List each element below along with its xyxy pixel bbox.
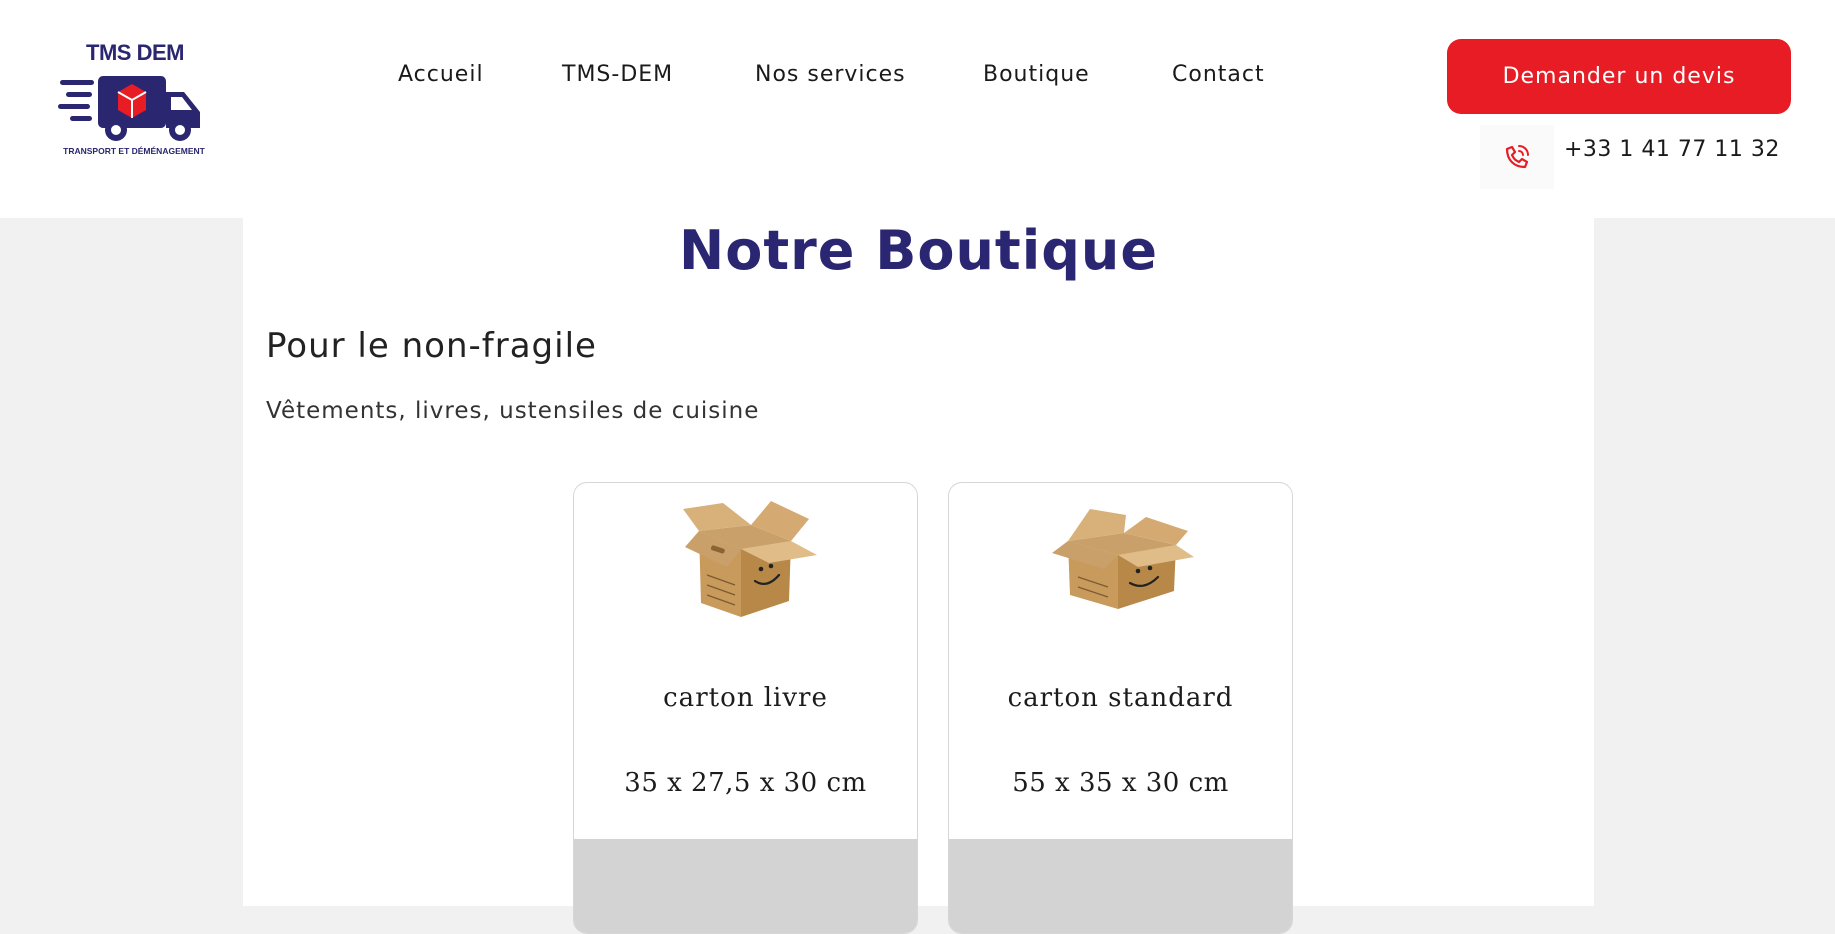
product-card-footer[interactable] — [949, 839, 1292, 933]
product-name: carton standard — [1007, 683, 1234, 713]
cardboard-box-image — [682, 501, 817, 617]
logo-title: TMS DEM — [86, 40, 184, 65]
phone-icon — [1505, 145, 1529, 169]
nav-item-boutique[interactable]: Boutique — [983, 62, 1090, 87]
truck-icon — [58, 76, 200, 141]
product-image — [949, 497, 1292, 627]
product-dimensions: 35 x 27,5 x 30 cm — [624, 768, 867, 798]
nav-item-contact[interactable]: Contact — [1172, 62, 1265, 87]
product-card-carton-standard[interactable]: carton standard 55 x 35 x 30 cm — [948, 482, 1293, 934]
section-title: Pour le non-fragile — [266, 326, 597, 366]
product-image — [574, 497, 917, 627]
product-card-footer[interactable] — [574, 839, 917, 933]
shop-content: Notre Boutique Pour le non-fragile Vêtem… — [243, 218, 1594, 934]
product-dimensions: 55 x 35 x 30 cm — [1012, 768, 1229, 798]
section-description: Vêtements, livres, ustensiles de cuisine — [266, 398, 760, 424]
page-title: Notre Boutique — [679, 219, 1158, 282]
product-name: carton livre — [663, 683, 828, 713]
request-quote-button[interactable]: Demander un devis — [1447, 39, 1791, 114]
nav-item-accueil[interactable]: Accueil — [398, 62, 484, 87]
nav-item-nos-services[interactable]: Nos services — [755, 62, 906, 87]
nav-item-tms-dem[interactable]: TMS-DEM — [562, 62, 673, 87]
cardboard-box-image — [1051, 509, 1194, 609]
phone-icon-button[interactable] — [1480, 125, 1554, 189]
product-card-carton-livre[interactable]: carton livre 35 x 27,5 x 30 cm — [573, 482, 918, 934]
logo-tagline: TRANSPORT ET DÉMÉNAGEMENT — [63, 146, 205, 156]
site-header: TMS DEM TRANSPORT ET DÉMÉNAGEMENT Accuei… — [0, 0, 1835, 218]
phone-number-link[interactable]: +33 1 41 77 11 32 — [1564, 137, 1780, 162]
site-logo[interactable]: TMS DEM TRANSPORT ET DÉMÉNAGEMENT — [58, 40, 210, 160]
